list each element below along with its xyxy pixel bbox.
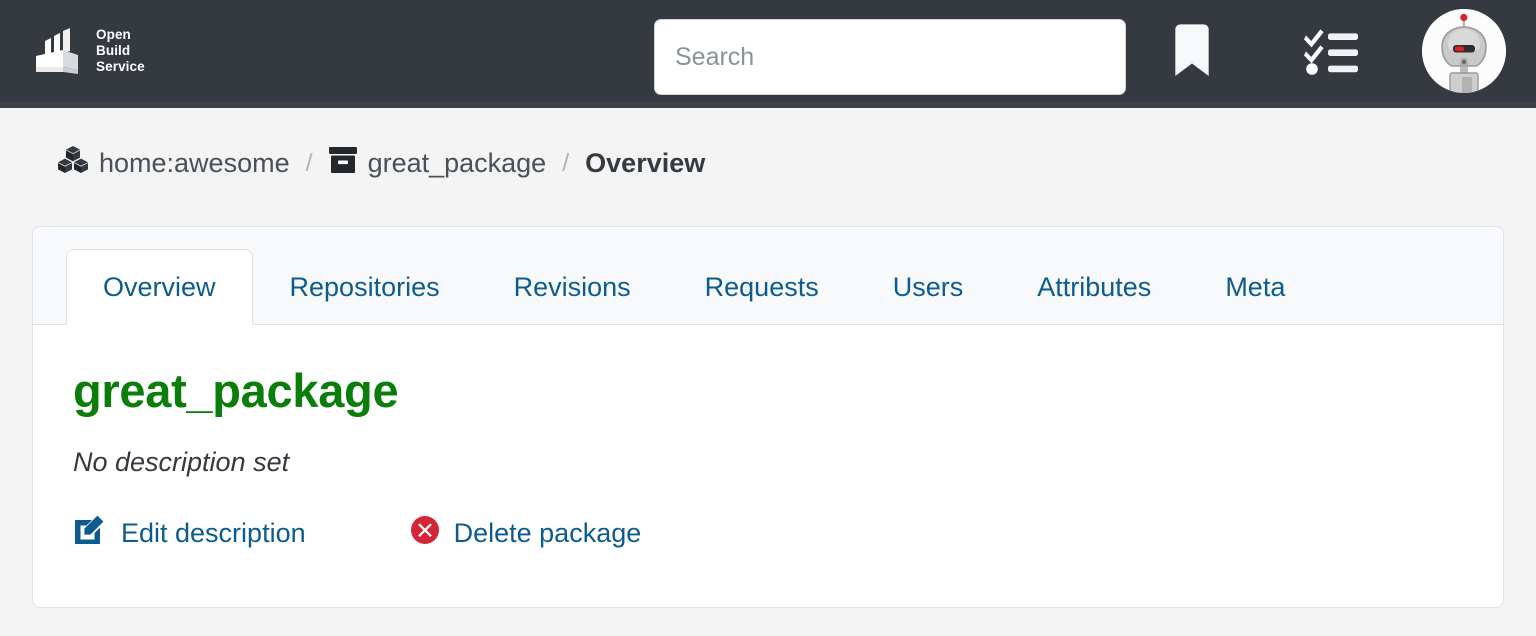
pen-to-square-icon xyxy=(73,514,107,553)
search-container xyxy=(654,19,1126,95)
delete-package-link[interactable]: Delete package xyxy=(410,515,642,552)
user-avatar[interactable] xyxy=(1422,9,1506,93)
navbar-actions xyxy=(1172,0,1536,102)
tab-meta[interactable]: Meta xyxy=(1188,249,1322,325)
package-card: Overview Repositories Revisions Requests… xyxy=(32,226,1504,608)
tab-overview[interactable]: Overview xyxy=(66,249,253,325)
brand-text: Open Build Service xyxy=(96,27,145,75)
package-overview-body: great_package No description set Edit de… xyxy=(33,325,1503,553)
bookmark-icon xyxy=(1172,23,1212,79)
search-input[interactable] xyxy=(654,19,1126,95)
tab-repositories[interactable]: Repositories xyxy=(253,249,477,325)
breadcrumb-project-link[interactable]: home:awesome xyxy=(58,146,290,180)
brand-line-1: Open xyxy=(96,27,131,43)
brand-home-link[interactable]: Open Build Service xyxy=(32,27,145,75)
package-description: No description set xyxy=(73,446,290,477)
tasks-icon xyxy=(1304,27,1360,75)
tab-bar: Overview Repositories Revisions Requests… xyxy=(33,227,1503,325)
tab-repositories-label: Repositories xyxy=(289,271,440,302)
tab-users[interactable]: Users xyxy=(856,249,1001,325)
breadcrumb-package-link[interactable]: great_package xyxy=(328,146,547,180)
page-title: great_package xyxy=(73,364,399,417)
tasks-button[interactable] xyxy=(1304,27,1422,75)
package-actions: Edit description Delete package xyxy=(73,514,1463,553)
breadcrumb-current-page: Overview xyxy=(585,147,706,178)
tab-overview-label: Overview xyxy=(103,271,216,302)
breadcrumb: home:awesome / great_package / Overview xyxy=(0,108,1536,218)
edit-description-link[interactable]: Edit description xyxy=(73,514,306,553)
cubes-icon xyxy=(58,146,88,180)
brand-line-3: Service xyxy=(96,58,145,74)
tab-revisions[interactable]: Revisions xyxy=(477,249,668,325)
tab-users-label: Users xyxy=(892,271,964,302)
tab-attributes[interactable]: Attributes xyxy=(1000,249,1188,325)
top-navbar: Open Build Service xyxy=(0,0,1536,108)
circle-xmark-icon xyxy=(410,515,440,552)
tab-meta-label: Meta xyxy=(1225,271,1286,302)
brand-line-2: Build xyxy=(96,43,131,59)
delete-package-label: Delete package xyxy=(453,517,642,548)
breadcrumb-separator-1: / xyxy=(305,148,313,177)
tab-attributes-label: Attributes xyxy=(1037,271,1152,302)
tab-requests[interactable]: Requests xyxy=(668,249,856,325)
tab-revisions-label: Revisions xyxy=(513,271,631,302)
obs-factory-logo-icon xyxy=(32,27,84,74)
bookmark-button[interactable] xyxy=(1172,23,1304,79)
breadcrumb-package-label: great_package xyxy=(367,147,547,178)
breadcrumb-separator-2: / xyxy=(562,148,570,177)
breadcrumb-project-label: home:awesome xyxy=(99,147,290,178)
edit-description-label: Edit description xyxy=(121,517,306,548)
tab-requests-label: Requests xyxy=(704,271,819,302)
archive-box-icon xyxy=(328,146,357,180)
